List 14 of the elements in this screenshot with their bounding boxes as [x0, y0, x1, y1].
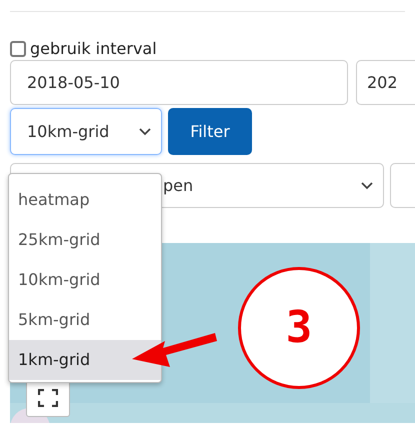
- dropdown-option[interactable]: 25km-grid: [9, 220, 161, 260]
- dropdown-option[interactable]: 5km-grid: [9, 300, 161, 340]
- checkbox-label: gebruik interval: [30, 38, 157, 60]
- dropdown-option[interactable]: 10km-grid: [9, 260, 161, 300]
- date-field[interactable]: 202: [356, 60, 415, 105]
- chevron-icon: [139, 128, 151, 136]
- checkbox[interactable]: [10, 41, 26, 57]
- date-field[interactable]: 2018-05-10: [10, 60, 348, 105]
- filter-button[interactable]: Filter: [168, 108, 252, 155]
- chevron-icon: [361, 182, 373, 190]
- fullscreen-icon: [38, 389, 58, 407]
- layer-select[interactable]: 10km-grid: [10, 108, 162, 155]
- dropdown-option[interactable]: 1km-grid: [9, 340, 161, 380]
- input-field[interactable]: [390, 163, 415, 208]
